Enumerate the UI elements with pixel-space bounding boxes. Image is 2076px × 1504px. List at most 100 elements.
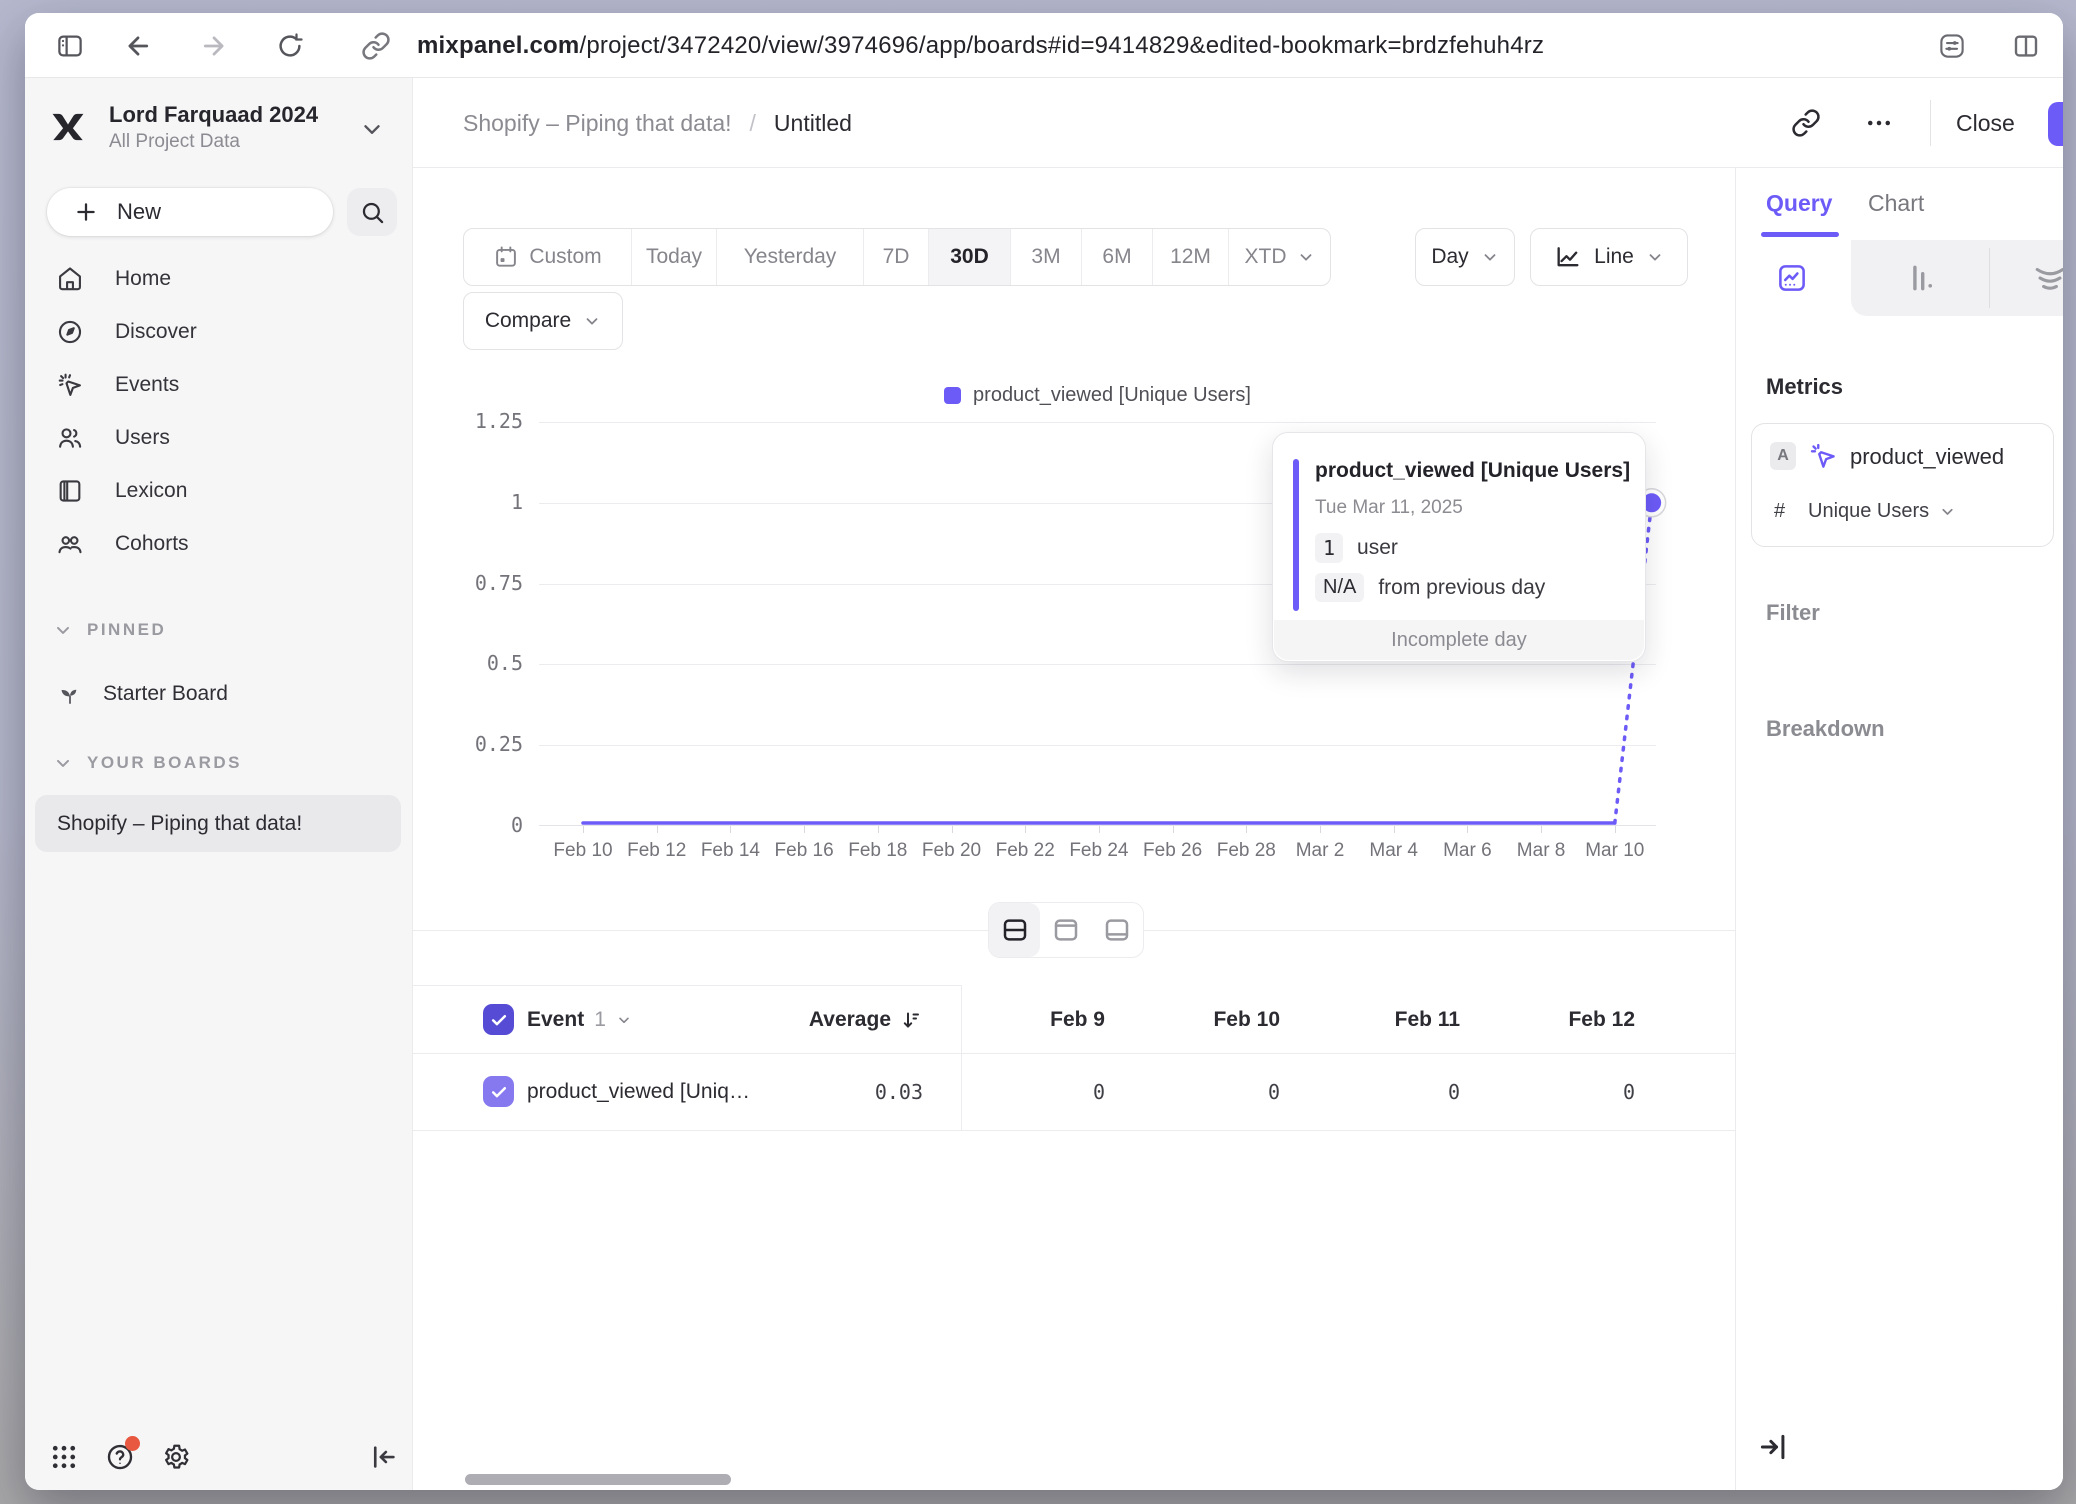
report-type-tabs [1736, 240, 2063, 316]
tooltip-unit: user [1357, 536, 1398, 560]
browser-toolbar: mixpanel.com/project/3472420/view/397469… [25, 13, 2063, 78]
layout-table-only-button[interactable] [1092, 903, 1143, 957]
insights-icon[interactable] [1774, 260, 1810, 296]
table-average-header[interactable]: Average [713, 1004, 923, 1035]
compare-dropdown[interactable]: Compare [463, 292, 623, 350]
range-today[interactable]: Today [631, 229, 716, 285]
close-button[interactable]: Close [1948, 102, 2023, 144]
breakdown-section-header[interactable]: Breakdown [1766, 716, 1885, 742]
range-xtd[interactable]: XTD [1228, 229, 1330, 285]
layout-split-view-button[interactable] [989, 903, 1040, 957]
plus-icon [73, 199, 99, 225]
event-header-label: Event [527, 1008, 584, 1032]
granularity-dropdown[interactable]: Day [1415, 228, 1515, 286]
metrics-section-header: Metrics [1766, 374, 1843, 400]
metric-measure-dropdown[interactable]: Unique Users [1808, 500, 1956, 523]
new-button[interactable]: New [47, 188, 333, 236]
filter-section-header[interactable]: Filter [1766, 600, 1820, 626]
board-link-label: Starter Board [103, 682, 228, 706]
home-icon [55, 264, 85, 294]
pinned-section-header[interactable]: PINNED [25, 612, 412, 648]
report-type-divider [1989, 248, 1990, 308]
range-label: Custom [529, 245, 601, 269]
tab-chart[interactable]: Chart [1868, 190, 1924, 217]
range-6m[interactable]: 6M [1081, 229, 1152, 285]
metric-event-name[interactable]: product_viewed [1850, 444, 2004, 470]
chart-type-label: Line [1594, 245, 1634, 269]
report-main: Custom Today Yesterday 7D 30D 3M 6M 12M … [413, 168, 1735, 1490]
forward-icon[interactable] [195, 27, 233, 65]
project-switcher[interactable]: Lord Farquaad 2024 All Project Data [45, 98, 395, 160]
horizontal-scrollbar[interactable] [465, 1474, 731, 1485]
chart-type-dropdown[interactable]: Line [1530, 228, 1688, 286]
x-tick-mark [1320, 826, 1321, 833]
chevron-down-icon [53, 753, 73, 773]
flows-icon[interactable] [2032, 260, 2063, 296]
sidebar-item-lexicon[interactable]: Lexicon [25, 464, 412, 517]
range-7d[interactable]: 7D [863, 229, 928, 285]
row-checkbox[interactable] [483, 1076, 514, 1107]
save-button[interactable] [2048, 102, 2063, 146]
table-column-header[interactable]: Feb 10 [1105, 1004, 1280, 1035]
y-tick-label: 1 [413, 490, 523, 514]
split-view-icon[interactable] [2007, 27, 2045, 65]
your-boards-header-label: YOUR BOARDS [87, 753, 242, 773]
tab-label: Query [1766, 190, 1832, 216]
table-column-header[interactable]: Feb 9 [961, 1004, 1105, 1035]
collapse-sidebar-icon[interactable] [367, 1440, 401, 1474]
breadcrumb-separator: / [750, 110, 756, 137]
tooltip-change: N/A [1315, 573, 1364, 602]
copy-link-icon[interactable] [1785, 102, 1827, 144]
sidebar-item-label: Users [115, 426, 170, 450]
reload-icon[interactable] [271, 27, 309, 65]
breadcrumb-page[interactable]: Untitled [774, 110, 852, 137]
table-event-header[interactable]: Event 1 [527, 1004, 632, 1035]
range-12m[interactable]: 12M [1152, 229, 1228, 285]
tab-query[interactable]: Query [1766, 190, 1832, 217]
table-cell: 0 [961, 1076, 1105, 1107]
sidebar-item-starter-board[interactable]: Starter Board [25, 674, 412, 714]
more-menu-icon[interactable] [1858, 102, 1900, 144]
table-column-header[interactable]: Feb 12 [1460, 1004, 1635, 1035]
range-3m[interactable]: 3M [1010, 229, 1081, 285]
y-tick-label: 0.25 [413, 732, 523, 756]
board-selected-label: Shopify – Piping that data! [57, 812, 302, 836]
breadcrumb-board[interactable]: Shopify – Piping that data! [463, 110, 732, 137]
sidebar-item-users[interactable]: Users [25, 411, 412, 464]
table-column-header[interactable]: Feb 11 [1280, 1004, 1460, 1035]
page-link-icon[interactable] [357, 27, 395, 65]
x-tick-mark [1025, 826, 1026, 833]
sidebar-item-board-shopify[interactable]: Shopify – Piping that data! [35, 795, 401, 852]
sidebar-item-home[interactable]: Home [25, 252, 412, 305]
back-icon[interactable] [119, 27, 157, 65]
sidebar-toggle-icon[interactable] [51, 27, 89, 65]
sidebar-item-events[interactable]: Events [25, 358, 412, 411]
sidebar-item-cohorts[interactable]: Cohorts [25, 517, 412, 570]
x-tick-mark [1246, 826, 1247, 833]
address-bar[interactable]: mixpanel.com/project/3472420/view/397469… [417, 13, 1544, 78]
browser-window: mixpanel.com/project/3472420/view/397469… [25, 13, 2063, 1490]
sliders-icon[interactable] [1933, 27, 1971, 65]
mixpanel-logo-icon [47, 106, 89, 148]
select-all-checkbox[interactable] [483, 1004, 514, 1035]
chart-legend[interactable]: product_viewed [Unique Users] [539, 384, 1656, 407]
url-path: /project/3472420/view/3974696/app/boards… [579, 32, 1544, 60]
search-button[interactable] [347, 188, 397, 236]
range-custom[interactable]: Custom [464, 229, 631, 285]
bar-chart-icon[interactable] [1904, 260, 1940, 296]
range-yesterday[interactable]: Yesterday [716, 229, 863, 285]
range-label: 7D [883, 245, 910, 269]
your-boards-section-header[interactable]: YOUR BOARDS [25, 745, 412, 781]
settings-gear-icon[interactable] [159, 1440, 193, 1474]
help-icon[interactable] [103, 1440, 137, 1474]
table-cell: 0 [1460, 1076, 1635, 1107]
x-tick-mark [1173, 826, 1174, 833]
sidebar-item-discover[interactable]: Discover [25, 305, 412, 358]
tooltip-value: 1 [1315, 533, 1343, 563]
range-30d-active[interactable]: 30D [928, 229, 1010, 285]
metric-card[interactable]: A product_viewed # Unique Users [1751, 423, 2054, 547]
layout-chart-only-button[interactable] [1040, 903, 1091, 957]
chevron-down-icon [53, 620, 73, 640]
apps-grid-icon[interactable] [47, 1440, 81, 1474]
collapse-panel-icon[interactable] [1756, 1430, 1790, 1464]
